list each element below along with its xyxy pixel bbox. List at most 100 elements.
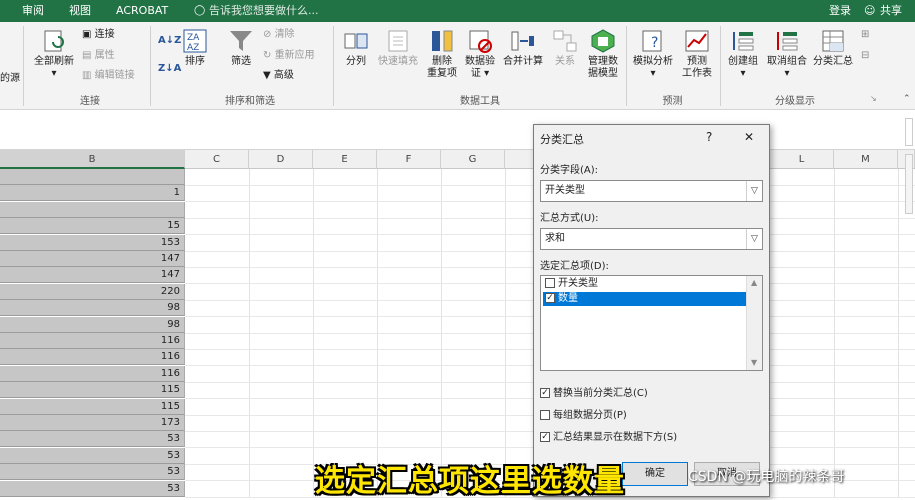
cell-b[interactable]: 147	[0, 251, 185, 267]
group-label-forecast: 预测	[662, 96, 683, 107]
cell-b[interactable]: 53	[0, 464, 185, 480]
svg-text:ZA: ZA	[187, 33, 200, 43]
cell-b[interactable]: 116	[0, 366, 185, 382]
cell-b[interactable]: 115	[0, 382, 185, 398]
tab-review[interactable]: 审阅	[22, 0, 44, 22]
refresh-all-button[interactable]: 全部刷新 ▾	[30, 28, 78, 80]
scroll-down-icon[interactable]: ▼	[751, 358, 757, 367]
manage-data-model-button[interactable]: 管理数 据模型	[584, 28, 622, 80]
filter-button[interactable]: 筛选	[225, 28, 257, 68]
clear-filter-button[interactable]: ⊘ 清除	[263, 28, 295, 42]
group-by-field-value: 开关类型	[545, 185, 585, 196]
checkbox-switch-type[interactable]	[545, 278, 555, 288]
checkbox-quantity[interactable]: ✓	[545, 293, 555, 303]
text-to-columns-button[interactable]: 分列	[340, 28, 372, 68]
forecast-sheet-button[interactable]: 预测 工作表	[678, 28, 716, 80]
checkbox-page-break[interactable]	[540, 410, 550, 420]
ungroup-button[interactable]: 取消组合 ▾	[764, 28, 810, 80]
what-if-icon: ?	[642, 30, 662, 52]
svg-text:AZ: AZ	[187, 43, 199, 53]
cell-b[interactable]: 1	[0, 185, 185, 201]
person-icon: ☺	[864, 4, 876, 17]
cell-b[interactable]: 153	[0, 235, 185, 251]
group-button[interactable]: 创建组 ▾	[724, 28, 762, 80]
collapse-ribbon-icon[interactable]: ⌃	[903, 92, 911, 106]
sort-az-button[interactable]: A↓Z	[158, 34, 181, 48]
ribbon-cut-label: 的源	[0, 73, 20, 84]
sort-za-button[interactable]: Z↓A	[158, 62, 181, 76]
dialog-help-button[interactable]: ?	[706, 130, 712, 144]
data-validation-button[interactable]: 数据验证 ▾	[462, 28, 498, 80]
column-header-e[interactable]: E	[313, 150, 377, 169]
cell-b[interactable]: 116	[0, 333, 185, 349]
advanced-filter-button[interactable]: ▼ 高级	[263, 69, 294, 83]
list-item-quantity[interactable]: ✓ 数量	[543, 292, 748, 306]
ungroup-rows-icon	[777, 32, 798, 51]
ok-button[interactable]: 确定	[622, 462, 688, 486]
chevron-down-icon[interactable]: ▽	[746, 229, 762, 249]
sort-button[interactable]: ZA AZ 排序	[180, 28, 210, 68]
summary-function-value: 求和	[545, 233, 565, 244]
flash-fill-button[interactable]: 快速填充	[374, 28, 422, 68]
worksheet-grid[interactable]: B C D E F G L M 1 15 153 147 147 220 98 98 116 11…	[0, 150, 915, 498]
column-header-d[interactable]: D	[249, 150, 313, 169]
tab-view[interactable]: 视图	[69, 0, 91, 22]
cell-b[interactable]: 147	[0, 267, 185, 283]
cell-b[interactable]: 116	[0, 349, 185, 365]
data-validation-icon	[469, 30, 492, 53]
group-by-field-select[interactable]: 开关类型 ▽	[540, 180, 763, 202]
relationships-button[interactable]: 关系	[550, 28, 580, 68]
tell-me-search[interactable]: 告诉我您想要做什么...	[209, 0, 319, 22]
cell-b[interactable]: 98	[0, 317, 185, 333]
connections-button[interactable]: ▣ 连接	[82, 28, 115, 42]
column-header-c[interactable]: C	[185, 150, 249, 169]
list-scrollbar[interactable]: ▲ ▼	[746, 276, 762, 370]
subtotal-icon	[822, 30, 844, 52]
option-replace-current[interactable]: ✓ 替换当前分类汇总(C)	[540, 387, 648, 401]
show-detail-icon[interactable]: ⊞	[861, 28, 869, 42]
chevron-down-icon[interactable]: ▽	[746, 181, 762, 201]
svg-text:?: ?	[651, 35, 658, 51]
share-button[interactable]: 共享	[880, 0, 902, 22]
subtotal-items-list[interactable]: 开关类型 ✓ 数量 ▲ ▼	[540, 275, 763, 371]
formula-bar-expand-icon[interactable]	[905, 118, 913, 146]
subtotal-button[interactable]: 分类汇总	[810, 28, 856, 68]
column-header-f[interactable]: F	[377, 150, 441, 169]
formula-bar	[0, 110, 915, 150]
cell-b[interactable]: 220	[0, 284, 185, 300]
edit-links-button[interactable]: ▥ 编辑链接	[82, 69, 135, 83]
cell-b[interactable]: 53	[0, 448, 185, 464]
consolidate-icon	[511, 31, 534, 51]
reapply-button[interactable]: ↻ 重新应用	[263, 49, 315, 63]
cell-b[interactable]: 98	[0, 300, 185, 316]
option-page-break[interactable]: 每组数据分页(P)	[540, 409, 627, 423]
summary-function-select[interactable]: 求和 ▽	[540, 228, 763, 250]
checkbox-replace-current[interactable]: ✓	[540, 388, 550, 398]
column-header-b[interactable]: B	[0, 150, 185, 169]
list-item-switch-type[interactable]: 开关类型	[543, 277, 748, 291]
consolidate-button[interactable]: 合并计算	[500, 28, 546, 68]
dialog-launcher-icon[interactable]: ↘	[870, 92, 877, 106]
cell-b[interactable]: 115	[0, 399, 185, 415]
dialog-close-button[interactable]: ✕	[744, 130, 754, 144]
column-header-m[interactable]: M	[834, 150, 898, 169]
column-header-l[interactable]: L	[770, 150, 834, 169]
tab-acrobat[interactable]: ACROBAT	[116, 0, 168, 22]
scroll-up-icon[interactable]: ▲	[751, 278, 757, 287]
cell-b[interactable]: 15	[0, 218, 185, 234]
login-link[interactable]: 登录	[829, 0, 851, 22]
checkbox-summary-below[interactable]: ✓	[540, 432, 550, 442]
what-if-analysis-button[interactable]: ? 模拟分析 ▾	[630, 28, 676, 80]
cell-b[interactable]: 173	[0, 415, 185, 431]
column-header-g[interactable]: G	[441, 150, 505, 169]
cell-b[interactable]	[0, 202, 185, 218]
hide-detail-icon[interactable]: ⊟	[861, 49, 869, 63]
vertical-scrollbar[interactable]	[905, 154, 913, 214]
option-summary-below[interactable]: ✓ 汇总结果显示在数据下方(S)	[540, 431, 677, 445]
group-label-data-tools: 数据工具	[460, 96, 500, 107]
remove-duplicates-button[interactable]: 删除 重复项	[424, 28, 460, 80]
cell-b[interactable]: 53	[0, 481, 185, 497]
cell-b[interactable]: 53	[0, 431, 185, 447]
properties-button[interactable]: ▤ 属性	[82, 49, 115, 63]
cell-b[interactable]	[0, 169, 185, 185]
